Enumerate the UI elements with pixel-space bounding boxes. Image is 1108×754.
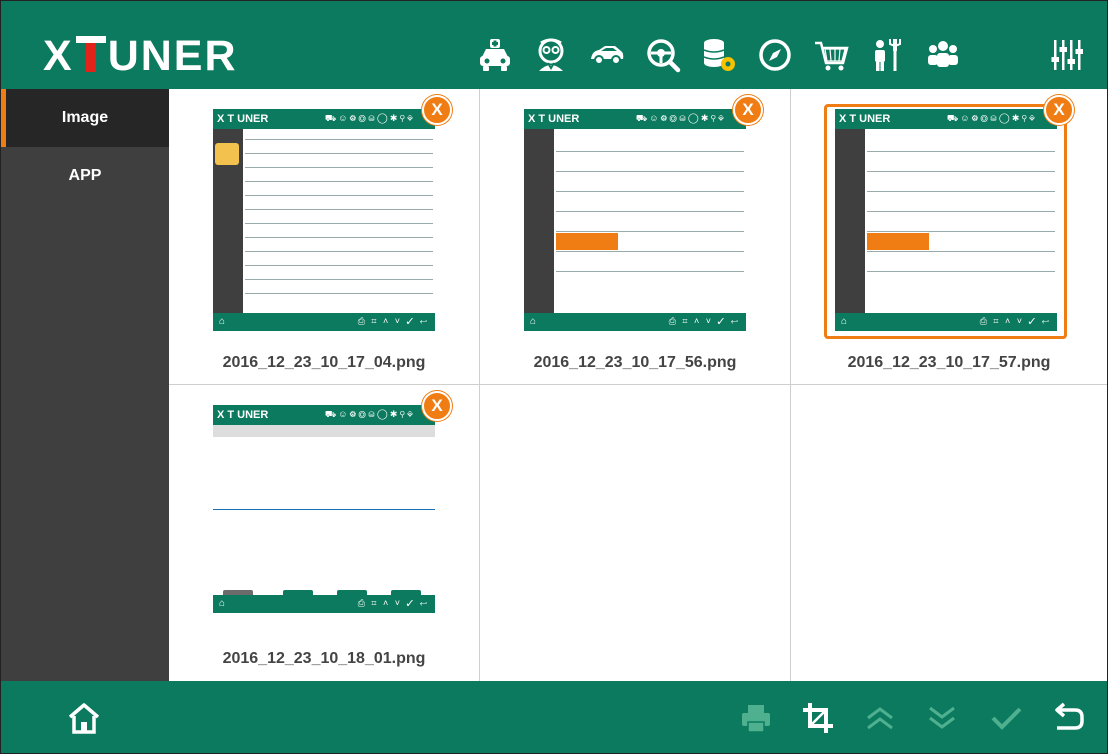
back-icon[interactable] bbox=[1047, 697, 1089, 739]
screenshot-thumbnail[interactable]: X T UNER ⛟☺⚙◎⛁◯✱⚲⚘ ⌂ ⎙ ⌗ ˄ ˅ ✓ ↩ bbox=[524, 109, 746, 331]
sidebar-item-image[interactable]: Image bbox=[1, 89, 169, 147]
gallery-item[interactable]: X T UNER ⛟☺⚙◎⛁◯✱⚲⚘ ⌂ ⎙ ⌗ ˄ ˅ ✓ ↩ X 2016_12… bbox=[169, 89, 480, 385]
gallery-item[interactable]: X T UNER ⛟☺⚙◎⛁◯✱⚲⚘ ⌂ ⎙ ⌗ ˄ ˅ ✓ ↩ X 2016_12… bbox=[480, 89, 791, 385]
sidebar: Image APP bbox=[1, 89, 169, 681]
delete-image-button[interactable]: X bbox=[1044, 95, 1074, 125]
empty-gallery-slot bbox=[480, 385, 791, 681]
home-icon[interactable] bbox=[63, 697, 105, 739]
screenshot-thumbnail[interactable]: X T UNER ⛟☺⚙◎⛁◯✱⚲⚘ ⌂ ⎙ ⌗ ˄ ˅ ✓ ↩ bbox=[213, 405, 435, 627]
chevron-down-double-icon[interactable] bbox=[921, 697, 963, 739]
logo-t-mark bbox=[75, 36, 106, 72]
sidebar-item-label: Image bbox=[61, 109, 109, 126]
gallery-item[interactable]: X T UNER ⛟☺⚙◎⛁◯✱⚲⚘ ⌂ ⎙ ⌗ ˄ ˅ ✓ ↩ X 2016_12… bbox=[791, 89, 1107, 385]
steering-search-icon[interactable] bbox=[643, 35, 683, 75]
footer-bar bbox=[1, 681, 1107, 753]
empty-gallery-slot bbox=[791, 385, 1107, 681]
doctor-icon[interactable] bbox=[531, 35, 571, 75]
delete-image-button[interactable]: X bbox=[422, 391, 452, 421]
sidebar-item-label: APP bbox=[68, 167, 102, 184]
group-icon[interactable] bbox=[923, 35, 963, 75]
crop-icon[interactable] bbox=[797, 697, 839, 739]
delete-image-button[interactable]: X bbox=[733, 95, 763, 125]
image-filename: 2016_12_23_10_17_57.png bbox=[847, 354, 1051, 371]
maintenance-person-icon[interactable] bbox=[867, 35, 907, 75]
image-filename: 2016_12_23_10_17_04.png bbox=[222, 354, 426, 371]
check-icon[interactable] bbox=[985, 697, 1027, 739]
image-filename: 2016_12_23_10_17_56.png bbox=[533, 354, 737, 371]
image-gallery: X T UNER ⛟☺⚙◎⛁◯✱⚲⚘ ⌂ ⎙ ⌗ ˄ ˅ ✓ ↩ X 2016_12… bbox=[169, 89, 1107, 681]
app-window: X UNER Image APP X T UNER ⛟☺⚙◎⛁◯✱⚲⚘ ⌂ ⎙ … bbox=[0, 0, 1108, 754]
active-indicator bbox=[1, 89, 6, 147]
screenshot-thumbnail[interactable]: X T UNER ⛟☺⚙◎⛁◯✱⚲⚘ ⌂ ⎙ ⌗ ˄ ˅ ✓ ↩ bbox=[835, 109, 1057, 331]
equalizer-icon[interactable] bbox=[1047, 35, 1087, 75]
sports-car-icon[interactable] bbox=[587, 35, 627, 75]
image-filename: 2016_12_23_10_18_01.png bbox=[222, 650, 426, 667]
compass-icon[interactable] bbox=[755, 35, 795, 75]
sidebar-item-app[interactable]: APP bbox=[1, 147, 169, 205]
xtuner-logo: X UNER bbox=[43, 32, 238, 80]
database-gear-icon[interactable] bbox=[699, 35, 739, 75]
print-icon[interactable] bbox=[735, 697, 777, 739]
chevron-up-double-icon[interactable] bbox=[859, 697, 901, 739]
shopping-cart-icon[interactable] bbox=[811, 35, 851, 75]
header-bar: X UNER bbox=[1, 1, 1107, 89]
gallery-item[interactable]: X T UNER ⛟☺⚙◎⛁◯✱⚲⚘ ⌂ ⎙ ⌗ ˄ ˅ ✓ ↩ X 2016_12… bbox=[169, 385, 480, 681]
car-service-icon[interactable] bbox=[475, 35, 515, 75]
screenshot-thumbnail[interactable]: X T UNER ⛟☺⚙◎⛁◯✱⚲⚘ ⌂ ⎙ ⌗ ˄ ˅ ✓ ↩ bbox=[213, 109, 435, 331]
delete-image-button[interactable]: X bbox=[422, 95, 452, 125]
